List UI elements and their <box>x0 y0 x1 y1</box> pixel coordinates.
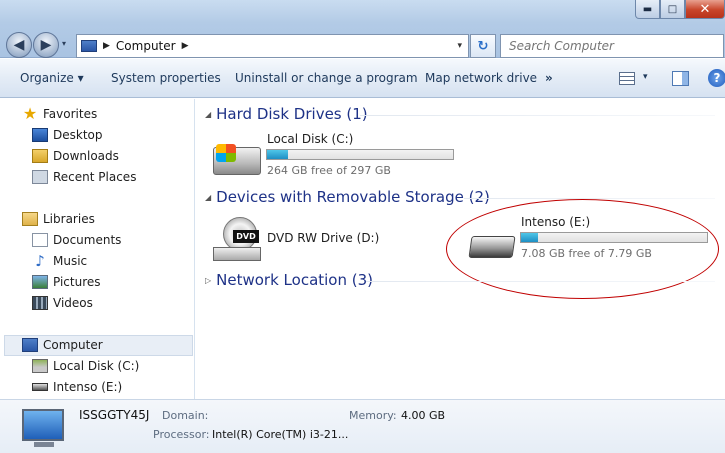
desktop-icon <box>32 128 48 142</box>
window-title-bar: ▬ □ ✕ ◀ ▶ ▾ ▶ Computer ▶ ▾ ↻ <box>0 0 725 58</box>
sidebar-item-label: Videos <box>53 296 93 310</box>
sidebar-item-label: Local Disk (C:) <box>53 359 140 373</box>
sidebar-item-label: Recent Places <box>53 170 137 184</box>
map-network-drive-button[interactable]: Map network drive <box>425 71 537 85</box>
drive-free-space: 264 GB free of 297 GB <box>267 164 391 177</box>
sidebar-item-label: Documents <box>53 233 122 247</box>
windows-logo-icon <box>216 144 236 162</box>
close-button[interactable]: ✕ <box>685 0 725 19</box>
libraries-icon <box>22 212 38 226</box>
sidebar-item-label: Desktop <box>53 128 103 142</box>
documents-icon <box>32 233 48 247</box>
navigation-pane: ★ Favorites Desktop Downloads Recent Pla… <box>0 99 195 399</box>
group-divider <box>366 281 715 282</box>
recent-pages-dropdown[interactable]: ▾ <box>62 39 66 48</box>
pictures-icon <box>32 275 48 289</box>
hard-disk-icon <box>32 359 48 373</box>
processor-value: Intel(R) Core(TM) i3-21... <box>212 428 349 441</box>
monitor-stand <box>34 442 54 447</box>
memory-label: Memory: <box>349 409 397 422</box>
drive-usage-fill <box>267 150 288 159</box>
usb-drive-icon <box>32 383 48 391</box>
computer-icon <box>81 40 97 52</box>
change-view-icon[interactable] <box>619 72 635 85</box>
uninstall-program-button[interactable]: Uninstall or change a program <box>235 71 418 85</box>
expand-triangle-icon[interactable]: ▷ <box>205 276 211 285</box>
address-dropdown[interactable]: ▾ <box>457 41 462 51</box>
group-divider <box>360 115 715 116</box>
forward-button[interactable]: ▶ <box>33 32 59 58</box>
processor-label: Processor: <box>153 428 210 441</box>
search-input[interactable] <box>500 34 724 58</box>
navigation-row: ◀ ▶ ▾ ▶ Computer ▶ ▾ ↻ <box>4 31 724 59</box>
dvd-label: DVD <box>233 230 259 243</box>
videos-icon <box>32 296 48 310</box>
sidebar-item-label: Pictures <box>53 275 101 289</box>
music-icon: ♪ <box>35 252 45 270</box>
memory-value: 4.00 GB <box>401 409 446 422</box>
downloads-icon <box>32 149 48 163</box>
domain-label: Domain: <box>162 409 209 422</box>
window-controls: ▬ □ ✕ <box>635 0 725 20</box>
group-title: Devices with Removable Storage (2) <box>216 188 490 206</box>
organize-button[interactable]: Organize ▾ <box>20 71 84 85</box>
computer-monitor-icon <box>22 409 64 441</box>
sidebar-item-label: Favorites <box>43 107 98 121</box>
sidebar-item-label: Intenso (E:) <box>53 380 123 394</box>
sidebar-libraries[interactable]: Libraries <box>22 212 95 226</box>
sidebar-item-documents[interactable]: Documents <box>32 233 121 247</box>
back-button[interactable]: ◀ <box>6 32 32 58</box>
address-location[interactable]: Computer <box>116 39 176 53</box>
help-icon[interactable]: ? <box>708 69 725 87</box>
minimize-button[interactable]: ▬ <box>635 0 660 19</box>
collapse-triangle-icon[interactable]: ◢ <box>205 193 211 202</box>
group-hard-disk-drives[interactable]: ◢ Hard Disk Drives (1) <box>205 105 368 123</box>
sidebar-item-label: Downloads <box>53 149 119 163</box>
dvd-drive-body <box>213 247 261 261</box>
sidebar-item-label: Libraries <box>43 212 95 226</box>
sidebar-item-desktop[interactable]: Desktop <box>32 128 103 142</box>
sidebar-computer[interactable]: Computer <box>22 338 103 352</box>
command-bar: Organize ▾ System properties Uninstall o… <box>0 59 725 98</box>
chevron-right-icon[interactable]: ▶ <box>103 41 110 51</box>
group-removable-storage[interactable]: ◢ Devices with Removable Storage (2) <box>205 188 490 206</box>
more-commands-button[interactable]: » <box>545 71 553 85</box>
computer-icon <box>22 338 38 352</box>
star-icon: ★ <box>22 104 38 123</box>
sidebar-item-pictures[interactable]: Pictures <box>32 275 101 289</box>
maximize-button[interactable]: □ <box>660 0 685 19</box>
dvd-drive-icon: DVD <box>213 217 263 262</box>
recent-places-icon <box>32 170 48 184</box>
sidebar-favorites[interactable]: ★ Favorites <box>22 104 98 123</box>
group-title: Hard Disk Drives (1) <box>216 105 368 123</box>
address-bar[interactable]: ▶ Computer ▶ ▾ <box>76 34 469 58</box>
drive-name: DVD RW Drive (D:) <box>267 231 380 245</box>
annotation-ellipse <box>446 199 719 299</box>
details-pane: ISSGGTY45J Domain: Memory: 4.00 GB Proce… <box>0 399 725 453</box>
computer-name: ISSGGTY45J <box>79 408 150 422</box>
group-title: Network Location (3) <box>216 271 374 289</box>
sidebar-item-label: Music <box>53 254 88 268</box>
drive-usage-bar <box>266 149 454 160</box>
refresh-button[interactable]: ↻ <box>470 34 496 58</box>
sidebar-item-music[interactable]: ♪ Music <box>32 252 88 270</box>
drive-name: Local Disk (C:) <box>267 132 354 146</box>
preview-pane-icon[interactable] <box>672 71 689 86</box>
view-options-dropdown[interactable]: ▾ <box>643 72 648 82</box>
sidebar-item-videos[interactable]: Videos <box>32 296 93 310</box>
sidebar-item-local-disk[interactable]: Local Disk (C:) <box>32 359 139 373</box>
sidebar-item-recent-places[interactable]: Recent Places <box>32 170 136 184</box>
collapse-triangle-icon[interactable]: ◢ <box>205 110 211 119</box>
system-properties-button[interactable]: System properties <box>111 71 221 85</box>
chevron-right-icon[interactable]: ▶ <box>182 41 189 51</box>
sidebar-item-label: Computer <box>43 338 103 352</box>
group-network-location[interactable]: ▷ Network Location (3) <box>205 271 373 289</box>
sidebar-item-intenso[interactable]: Intenso (E:) <box>32 380 122 394</box>
sidebar-item-downloads[interactable]: Downloads <box>32 149 119 163</box>
